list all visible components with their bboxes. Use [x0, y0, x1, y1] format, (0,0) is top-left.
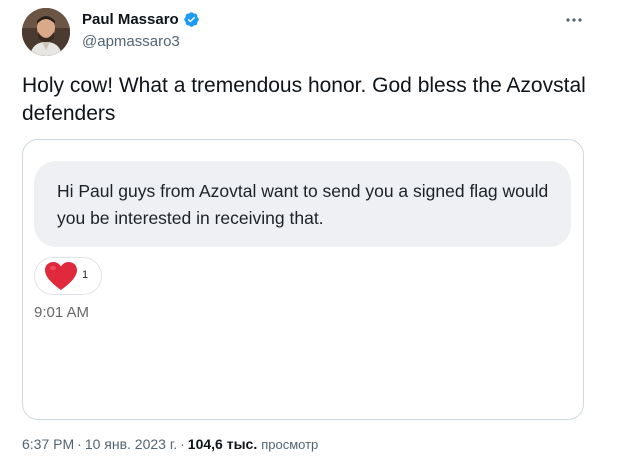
author-name-text: Paul Massaro — [82, 11, 179, 28]
more-horizontal-icon — [566, 18, 582, 22]
tweet: Paul Massaro @apmassaro3 Holy cow! What … — [0, 0, 620, 464]
avatar-photo-icon — [22, 8, 70, 56]
tweet-date[interactable]: 10 янв. 2023 г. — [85, 436, 177, 452]
author-handle[interactable]: @apmassaro3 — [82, 33, 180, 50]
message-bubble: Hi Paul guys from Azovtal want to send y… — [34, 161, 571, 247]
reaction-badge: 1 — [34, 257, 102, 295]
tweet-time[interactable]: 6:37 PM — [22, 436, 74, 452]
tweet-text: Holy cow! What a tremendous honor. God b… — [22, 74, 586, 125]
tweet-footer: 6:37 PM · 10 янв. 2023 г. · 104,6 тыс. п… — [22, 436, 318, 452]
message-timestamp: 9:01 AM — [34, 304, 90, 321]
verified-badge-icon — [183, 12, 199, 27]
reaction-count: 1 — [82, 269, 89, 281]
views-label: просмотр — [261, 437, 319, 452]
more-options-button[interactable] — [564, 10, 584, 30]
tweet-media-card[interactable]: Hi Paul guys from Azovtal want to send y… — [22, 139, 584, 420]
heart-icon — [45, 262, 77, 290]
footer-separator: · — [77, 436, 82, 452]
author-name[interactable]: Paul Massaro — [82, 11, 200, 28]
views-count[interactable]: 104,6 тыс. — [188, 436, 257, 452]
footer-separator: · — [180, 436, 185, 452]
author-avatar[interactable] — [22, 8, 70, 56]
